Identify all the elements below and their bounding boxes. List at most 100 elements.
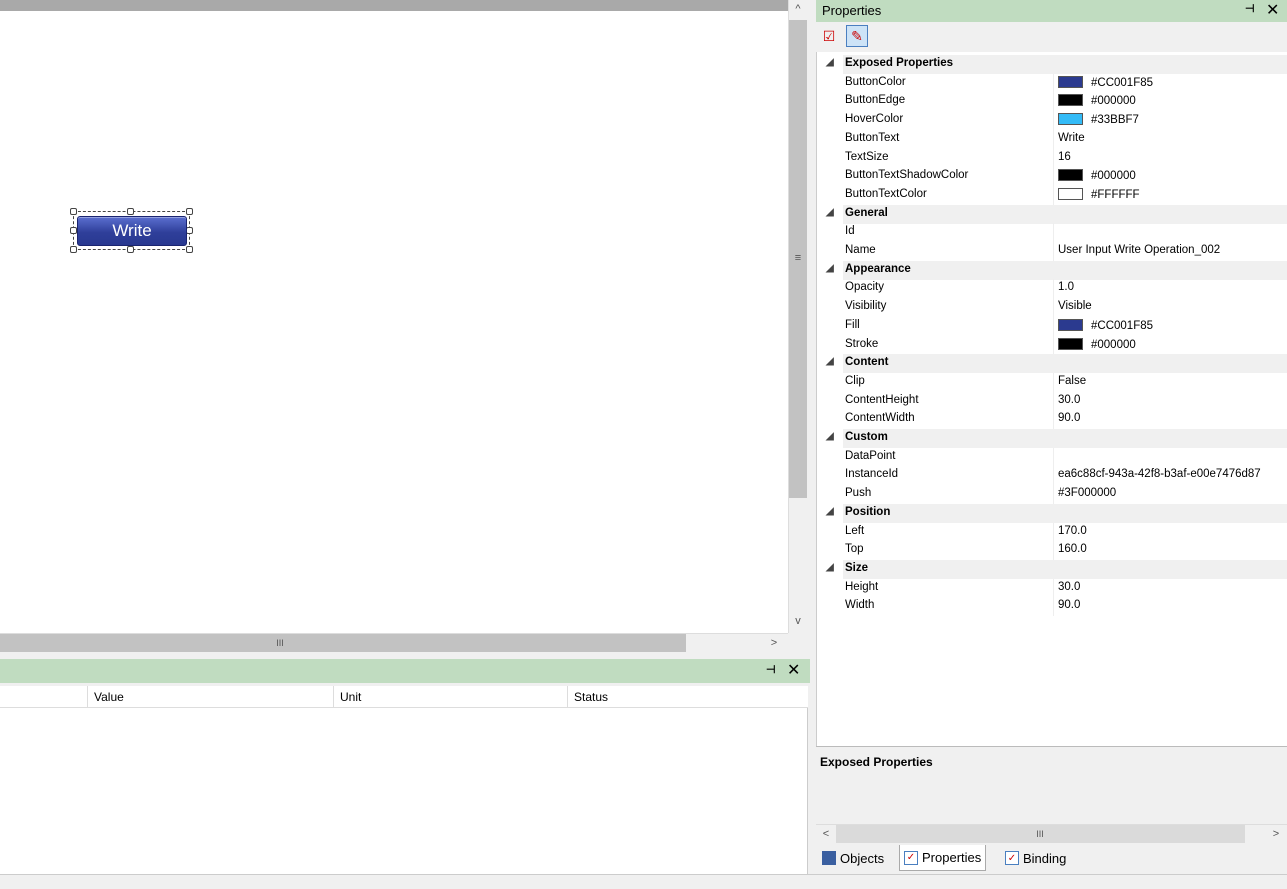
- tab-objects[interactable]: Objects: [818, 845, 888, 871]
- scroll-left-arrow[interactable]: <: [818, 825, 834, 843]
- close-icon[interactable]: ✕: [787, 660, 805, 680]
- property-category[interactable]: ◢ Custom: [816, 429, 1287, 448]
- scroll-right-arrow[interactable]: >: [764, 634, 784, 652]
- collapse-icon[interactable]: ◢: [826, 57, 834, 68]
- column-divider: [1053, 279, 1054, 299]
- property-value-text: 170.0: [1058, 524, 1087, 537]
- property-value[interactable]: #CC001F85: [1058, 318, 1153, 332]
- property-name: ButtonText: [845, 131, 900, 144]
- property-row[interactable]: DataPoint: [816, 447, 1287, 467]
- column-header-value[interactable]: Value: [87, 686, 333, 708]
- collapse-icon[interactable]: ◢: [826, 356, 834, 367]
- pin-icon[interactable]: ⊣: [766, 663, 780, 679]
- property-row[interactable]: Clip False: [816, 372, 1287, 392]
- category-background: [843, 204, 1287, 224]
- property-row[interactable]: Name User Input Write Operation_002: [816, 242, 1287, 261]
- property-value[interactable]: 170.0: [1058, 525, 1087, 537]
- property-value[interactable]: Write: [1058, 132, 1085, 144]
- property-value[interactable]: #000000: [1058, 337, 1136, 351]
- property-value[interactable]: 160.0: [1058, 543, 1087, 555]
- column-divider: [1053, 485, 1054, 505]
- property-row[interactable]: Top 160.0: [816, 541, 1287, 561]
- property-category[interactable]: ◢ Position: [816, 503, 1287, 523]
- property-value[interactable]: #CC001F85: [1058, 75, 1153, 89]
- resize-handle-bottom-left[interactable]: [70, 246, 77, 253]
- property-pages-icon[interactable]: ✎: [846, 25, 868, 47]
- property-row[interactable]: Height 30.0: [816, 578, 1287, 598]
- property-category[interactable]: ◢ Exposed Properties: [816, 55, 1287, 74]
- categorized-view-icon[interactable]: ☑: [818, 25, 840, 47]
- property-row[interactable]: ButtonEdge #000000: [816, 92, 1287, 112]
- collapse-icon[interactable]: ◢: [826, 263, 834, 274]
- property-value[interactable]: Visible: [1058, 300, 1092, 312]
- scroll-up-arrow[interactable]: ^: [788, 0, 808, 18]
- property-value[interactable]: #3F000000: [1058, 487, 1116, 499]
- scroll-right-arrow[interactable]: >: [1268, 825, 1284, 843]
- property-category[interactable]: ◢ Size: [816, 559, 1287, 579]
- property-row[interactable]: Stroke #000000: [816, 335, 1287, 355]
- color-swatch: [1058, 169, 1083, 182]
- resize-handle-top[interactable]: [127, 208, 134, 215]
- property-value[interactable]: #000000: [1058, 169, 1136, 182]
- property-value-text: 90.0: [1058, 412, 1081, 425]
- property-row[interactable]: Visibility Visible: [816, 298, 1287, 318]
- property-value[interactable]: False: [1058, 375, 1086, 387]
- property-value[interactable]: #FFFFFF: [1058, 187, 1140, 201]
- resize-handle-right[interactable]: [186, 227, 193, 234]
- property-value[interactable]: 90.0: [1058, 412, 1080, 424]
- property-category[interactable]: ◢ Appearance: [816, 260, 1287, 280]
- close-icon[interactable]: ✕: [1266, 0, 1284, 20]
- color-swatch: [1058, 337, 1083, 350]
- tab-binding[interactable]: ✓ Binding: [1001, 845, 1070, 871]
- resize-handle-bottom[interactable]: [127, 246, 134, 253]
- property-row[interactable]: ButtonColor #CC001F85: [816, 73, 1287, 93]
- property-value[interactable]: 30.0: [1058, 581, 1080, 593]
- column-header-status[interactable]: Status: [567, 686, 808, 708]
- property-value-text: #FFFFFF: [1091, 188, 1140, 201]
- property-value-text: 16: [1058, 150, 1071, 163]
- property-value[interactable]: 30.0: [1058, 394, 1080, 406]
- property-value[interactable]: #000000: [1058, 94, 1136, 107]
- collapse-icon[interactable]: ◢: [826, 207, 834, 218]
- design-canvas[interactable]: [0, 0, 788, 633]
- property-row[interactable]: ContentWidth 90.0: [816, 410, 1287, 430]
- column-header-unit[interactable]: Unit: [333, 686, 567, 708]
- property-row[interactable]: ButtonTextShadowColor #000000: [816, 167, 1287, 187]
- property-row[interactable]: Id: [816, 223, 1287, 243]
- property-value[interactable]: 1.0: [1058, 281, 1074, 293]
- resize-handle-bottom-right[interactable]: [186, 246, 193, 253]
- property-category[interactable]: ◢ Content: [816, 354, 1287, 374]
- properties-icon: ✓: [904, 850, 918, 865]
- property-value-text: #000000: [1091, 170, 1136, 183]
- property-category[interactable]: ◢ General: [816, 204, 1287, 224]
- property-row[interactable]: Opacity 1.0: [816, 279, 1287, 299]
- property-row[interactable]: ButtonText Write: [816, 129, 1287, 149]
- property-value[interactable]: #33BBF7: [1058, 113, 1139, 126]
- resize-handle-left[interactable]: [70, 227, 77, 234]
- property-row[interactable]: Fill #CC001F85: [816, 316, 1287, 336]
- tab-properties[interactable]: ✓ Properties: [899, 845, 987, 871]
- properties-panel-header: [816, 0, 1287, 22]
- property-row[interactable]: Width 90.0: [816, 597, 1287, 617]
- resize-handle-top-right[interactable]: [186, 208, 193, 215]
- collapse-icon[interactable]: ◢: [826, 562, 834, 573]
- property-value[interactable]: User Input Write Operation_002: [1058, 244, 1220, 256]
- property-value[interactable]: ea6c88cf-943a-42f8-b3af-e00e7476d87: [1058, 468, 1261, 480]
- property-row[interactable]: ButtonTextColor #FFFFFF: [816, 185, 1287, 205]
- collapse-icon[interactable]: ◢: [826, 431, 834, 442]
- collapse-icon[interactable]: ◢: [826, 506, 834, 517]
- property-row[interactable]: Push #3F000000: [816, 485, 1287, 505]
- resize-handle-top-left[interactable]: [70, 208, 77, 215]
- property-value-text: 30.0: [1058, 580, 1081, 593]
- horizontal-scroll-thumb[interactable]: [0, 634, 686, 652]
- property-row[interactable]: TextSize 16: [816, 148, 1287, 168]
- property-value[interactable]: 16: [1058, 151, 1071, 163]
- write-button[interactable]: Write: [77, 216, 187, 246]
- property-row[interactable]: InstanceId ea6c88cf-943a-42f8-b3af-e00e74…: [816, 466, 1287, 486]
- property-row[interactable]: ContentHeight 30.0: [816, 391, 1287, 411]
- property-row[interactable]: HoverColor #33BBF7: [816, 111, 1287, 131]
- property-value[interactable]: 90.0: [1058, 599, 1080, 611]
- property-row[interactable]: Left 170.0: [816, 522, 1287, 542]
- pin-icon[interactable]: ⊣: [1245, 2, 1259, 18]
- scroll-down-arrow[interactable]: v: [788, 612, 808, 630]
